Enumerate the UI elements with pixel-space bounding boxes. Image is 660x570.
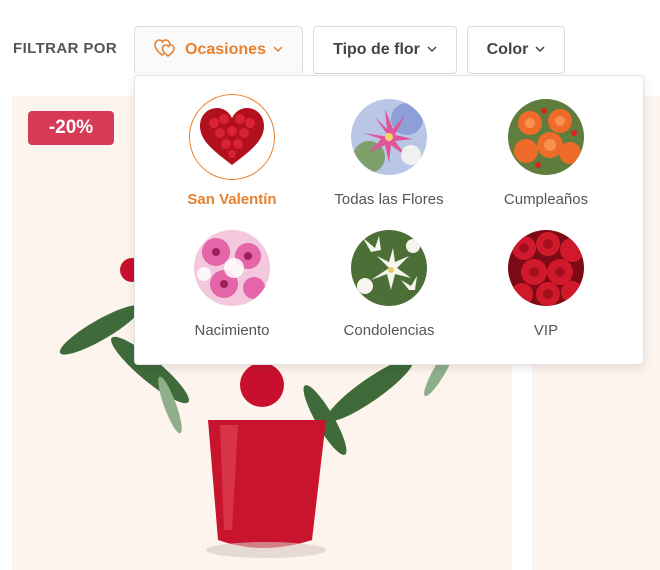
occasion-condolencias[interactable]: Condolencias — [314, 230, 464, 339]
occasion-cumpleanos[interactable]: Cumpleaños — [471, 99, 621, 208]
heart-roses-thumbnail — [194, 99, 270, 175]
occasion-label: San Valentín — [187, 191, 277, 208]
occasion-label: Nacimiento — [194, 322, 270, 339]
pink-gerberas-thumbnail — [194, 230, 270, 306]
occasions-filter-label: Ocasiones — [185, 41, 266, 58]
occasion-label: Todas las Flores — [334, 191, 444, 208]
occasion-todas-las-flores[interactable]: Todas las Flores — [314, 99, 464, 208]
chevron-down-icon — [535, 41, 545, 59]
color-filter-button[interactable]: Color — [467, 26, 565, 74]
chevron-down-icon — [427, 41, 437, 59]
flower-type-filter-label: Tipo de flor — [333, 41, 420, 58]
chevron-down-icon — [273, 41, 283, 59]
occasion-nacimiento[interactable]: Nacimiento — [157, 230, 307, 339]
flower-type-filter-button[interactable]: Tipo de flor — [313, 26, 457, 74]
occasion-label: VIP — [533, 322, 559, 339]
occasion-san-valentin[interactable]: San Valentín — [157, 99, 307, 208]
orange-roses-thumbnail — [508, 99, 584, 175]
occasions-filter-button[interactable]: Ocasiones — [134, 26, 303, 74]
white-lilies-thumbnail — [351, 230, 427, 306]
occasion-label: Cumpleaños — [503, 191, 589, 208]
hearts-icon — [154, 38, 178, 63]
filter-label: FILTRAR POR — [13, 40, 118, 57]
red-roses-thumbnail — [508, 230, 584, 306]
discount-badge: -20% — [28, 111, 114, 145]
mixed-flowers-thumbnail — [351, 99, 427, 175]
color-filter-label: Color — [486, 41, 529, 58]
occasions-dropdown: San Valentín Todas las Flores Cumpleaños… — [134, 75, 644, 365]
occasion-vip[interactable]: VIP — [471, 230, 621, 339]
occasion-label: Condolencias — [343, 322, 435, 339]
